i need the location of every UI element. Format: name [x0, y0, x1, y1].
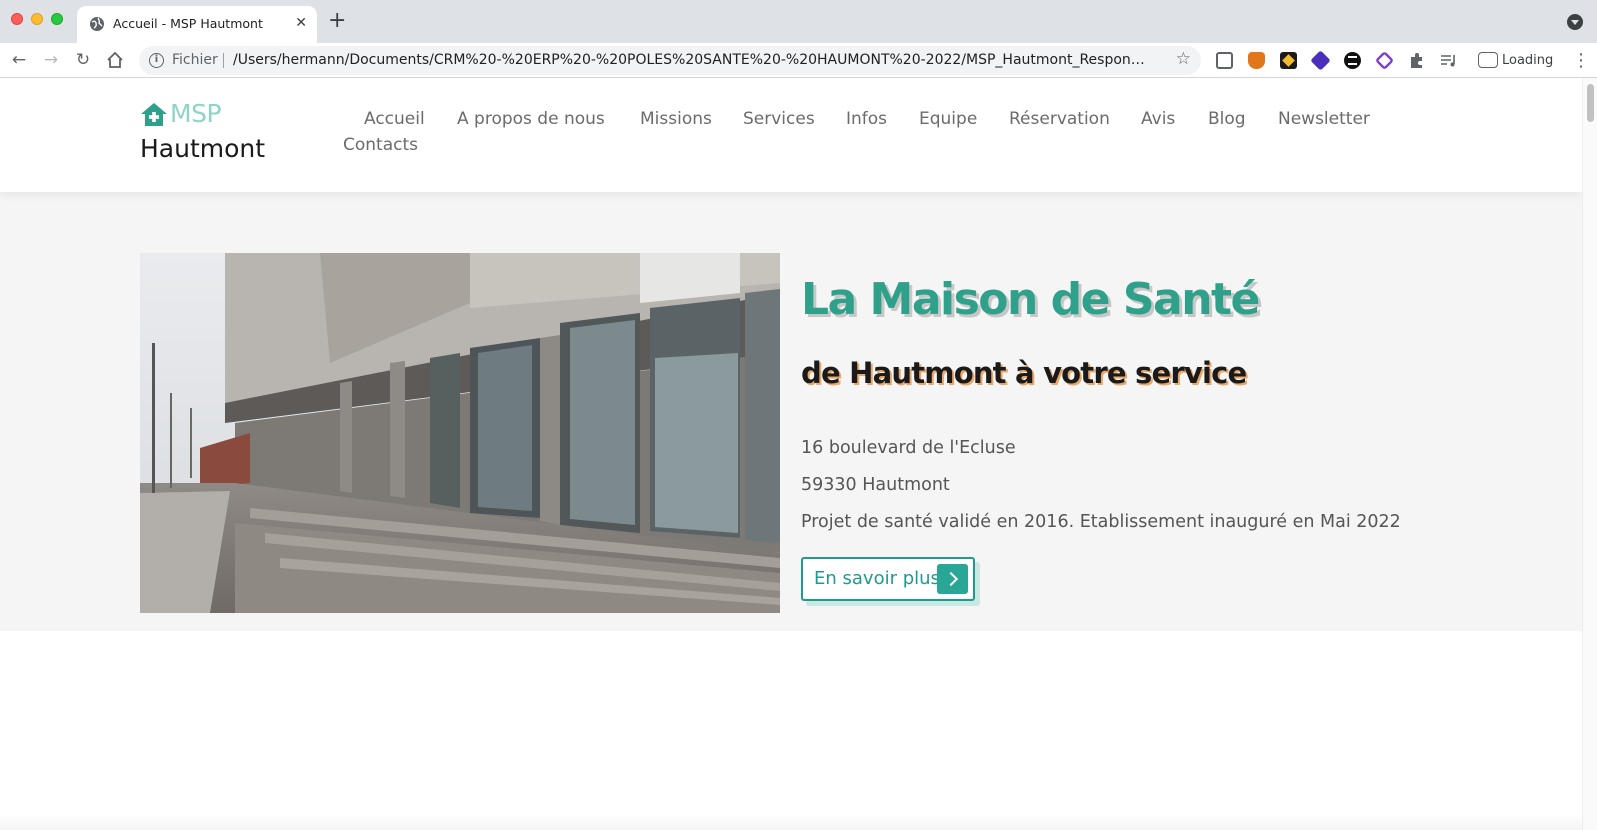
tab-title: Accueil - MSP Hautmont: [113, 16, 263, 31]
extension-s-icon[interactable]: [1344, 52, 1361, 69]
hero-subtitle: de Hautmont à votre service: [801, 356, 1247, 390]
nav-infos[interactable]: Infos: [846, 109, 887, 129]
bookmark-star-icon[interactable]: ☆: [1176, 49, 1191, 69]
house-plus-icon: [141, 103, 167, 126]
home-icon[interactable]: [102, 47, 128, 73]
browser-tab-strip: Accueil - MSP Hautmont ✕ +: [0, 0, 1597, 43]
logo-name-text: Hautmont: [140, 134, 266, 163]
metamask-fox-icon[interactable]: [1248, 52, 1265, 69]
learn-more-label: En savoir plus: [814, 568, 940, 589]
logo-msp-text: MSP: [170, 99, 222, 128]
nav-accueil[interactable]: Accueil: [364, 109, 425, 129]
page-viewport: MSP Hautmont Accueil A propos de nous Mi…: [0, 78, 1582, 830]
hero-title: La Maison de Santé: [801, 274, 1260, 325]
scrollbar-thumb[interactable]: [1587, 84, 1594, 122]
reload-icon[interactable]: ↻: [70, 47, 96, 73]
globe-icon: [90, 17, 104, 31]
loading-indicator[interactable]: Loading: [1474, 49, 1559, 72]
nav-equipe[interactable]: Equipe: [919, 109, 977, 129]
profile-icon: [1478, 52, 1498, 68]
back-icon[interactable]: ←: [6, 47, 32, 73]
browser-tab-active[interactable]: Accueil - MSP Hautmont ✕: [77, 6, 317, 43]
forward-icon[interactable]: →: [38, 47, 64, 73]
nav-avis[interactable]: Avis: [1141, 109, 1175, 129]
nav-newsletter[interactable]: Newsletter: [1278, 109, 1370, 129]
kebab-menu-icon[interactable]: ⋮: [1572, 50, 1590, 71]
page-scrollbar[interactable]: [1582, 78, 1597, 830]
nav-services[interactable]: Services: [743, 109, 815, 129]
new-tab-button[interactable]: +: [328, 9, 346, 33]
nav-blog[interactable]: Blog: [1208, 109, 1246, 129]
learn-more-button[interactable]: En savoir plus: [801, 557, 975, 601]
hero-address-line1: 16 boulevard de l'Ecluse: [801, 438, 1016, 458]
extension-cube-icon[interactable]: [1216, 52, 1233, 69]
nav-missions[interactable]: Missions: [640, 109, 712, 129]
browser-toolbar: ← → ↻ i Fichier /Users/hermann/Documents…: [0, 43, 1597, 78]
building-photo: [140, 253, 780, 613]
bottom-section-edge: [0, 813, 1582, 830]
nav-a-propos[interactable]: A propos de nous: [457, 109, 605, 129]
nav-contacts[interactable]: Contacts: [343, 135, 418, 155]
hero-address-line2: 59330 Hautmont: [801, 475, 950, 495]
address-separator: [223, 53, 224, 68]
extensions-puzzle-icon[interactable]: [1408, 52, 1425, 69]
address-bar[interactable]: i Fichier /Users/hermann/Documents/CRM%2…: [139, 46, 1201, 75]
loading-label: Loading: [1502, 53, 1554, 68]
tab-search-icon[interactable]: [1567, 14, 1583, 30]
tab-close-icon[interactable]: ✕: [295, 15, 307, 31]
url-text[interactable]: /Users/hermann/Documents/CRM%20-%20ERP%2…: [233, 52, 1148, 68]
minimize-window-button[interactable]: [31, 13, 43, 25]
nav-reservation[interactable]: Réservation: [1009, 109, 1110, 129]
extension-diamond-icon[interactable]: [1310, 50, 1331, 71]
maximize-window-button[interactable]: [51, 13, 63, 25]
media-queue-icon[interactable]: [1440, 52, 1457, 69]
url-scheme-label: Fichier: [172, 52, 218, 68]
extension-hexagon-icon[interactable]: [1374, 50, 1395, 71]
extension-yellow-icon[interactable]: [1280, 52, 1297, 69]
chevron-right-icon: [937, 564, 968, 594]
site-header: MSP Hautmont Accueil A propos de nous Mi…: [0, 78, 1582, 192]
info-icon[interactable]: i: [149, 53, 164, 68]
close-window-button[interactable]: [11, 13, 23, 25]
hero-section: La Maison de Santé de Hautmont à votre s…: [0, 192, 1582, 631]
hero-description: Projet de santé validé en 2016. Etabliss…: [801, 512, 1401, 532]
site-logo[interactable]: MSP Hautmont: [140, 99, 266, 164]
